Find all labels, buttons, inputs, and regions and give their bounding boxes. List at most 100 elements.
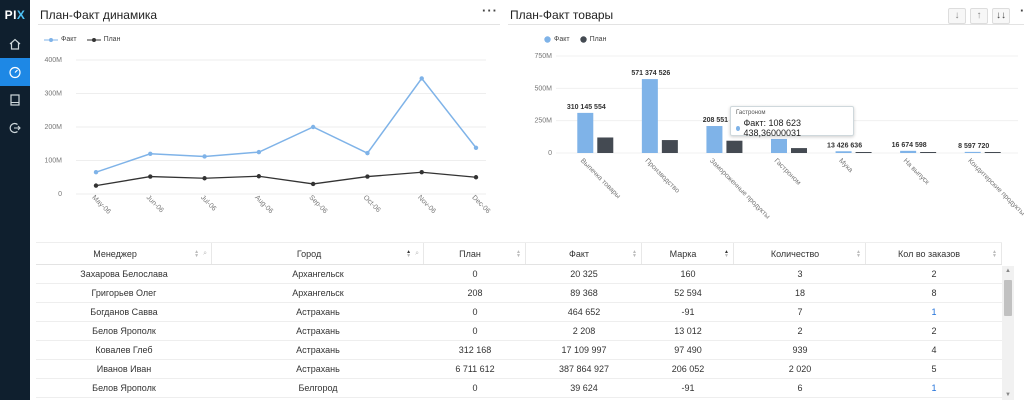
data-point-plan xyxy=(365,174,370,179)
table-cell: 2 xyxy=(866,264,1002,284)
data-point-fact xyxy=(310,124,316,130)
data-point-fact xyxy=(419,76,424,81)
bar-fact xyxy=(706,126,723,153)
nav-dashboard[interactable] xyxy=(0,58,30,86)
y-tick-label: 0 xyxy=(58,191,62,198)
table-cell: Астрахань xyxy=(212,321,424,341)
search-icon[interactable]: ⌕ xyxy=(415,250,419,258)
table-cell: 0 xyxy=(424,264,526,284)
line-chart-panel: План-Факт динамика ··· Факт План 400M 300… xyxy=(38,4,500,236)
table-cell: 4 xyxy=(866,340,1002,360)
sort-icon[interactable]: ▲ ▼ xyxy=(724,249,729,258)
data-label: 13 426 636 xyxy=(827,142,862,149)
bar-fact xyxy=(964,151,981,153)
y-tick-label: 500M xyxy=(534,85,552,92)
table-row[interactable]: Григорьев Олег Архангельск 208 89 368 52 594… xyxy=(36,283,1002,303)
table-cell: 6 xyxy=(734,378,866,398)
table-row[interactable]: Белов Ярополк Астрахань 0 2 208 13 012 2 2 xyxy=(36,321,1002,341)
data-point-fact xyxy=(256,149,262,155)
data-label: 310 145 554 xyxy=(567,104,606,111)
data-point-plan xyxy=(93,183,99,188)
table-cell: Астрахань xyxy=(212,302,424,322)
table-cell: Архангельск xyxy=(212,283,424,303)
table-cell: 1 xyxy=(866,378,1002,398)
search-icon[interactable]: ⌕ xyxy=(203,250,207,258)
bar-fact xyxy=(900,150,917,153)
x-tick-label: Выпечка товары xyxy=(579,157,622,200)
column-header[interactable]: Факт ▲ ▼ xyxy=(526,242,642,265)
scroll-down-icon[interactable]: ▼ xyxy=(1002,390,1014,400)
table-cell: 939 xyxy=(734,340,866,360)
column-header[interactable]: Количество ▲ ▼ xyxy=(734,242,866,265)
dashboard-icon xyxy=(9,66,21,79)
table-cell: 5 xyxy=(866,359,1002,379)
table-cell: Захарова Белослава xyxy=(36,264,212,284)
nav-home[interactable] xyxy=(0,30,30,58)
bar-plan xyxy=(855,152,872,153)
table-cell: Богданов Савва xyxy=(36,302,212,322)
table-cell: 387 864 927 xyxy=(526,359,642,379)
table-row[interactable]: Ковалев Глеб Астрахань 312 168 17 109 997 97… xyxy=(36,340,1002,360)
table-cell: 89 368 xyxy=(526,283,642,303)
table-cell: Белов Ярополк xyxy=(36,378,212,398)
bar-plan xyxy=(726,140,743,153)
scroll-up-icon[interactable]: ▲ xyxy=(1002,266,1014,276)
table-row[interactable]: Белов Ярополк Белгород 0 39 624 -91 6 1 xyxy=(36,378,1002,398)
nav-logout[interactable] xyxy=(0,114,30,142)
x-tick-label: May-06 xyxy=(90,194,112,216)
x-tick-label: Замороженные продукты xyxy=(708,157,771,220)
sort-icon[interactable]: ▲ ▼ xyxy=(194,249,199,258)
bar-plan xyxy=(661,140,678,153)
table-row[interactable]: Захарова Белослава Архангельск 0 20 325 160 3… xyxy=(36,264,1002,284)
data-point-fact xyxy=(93,170,99,175)
table-cell: 7 xyxy=(734,302,866,322)
table-cell: Иванов Иван xyxy=(36,359,212,379)
sort-icon[interactable]: ▲ ▼ xyxy=(856,249,861,258)
sort-icon[interactable]: ▲ ▼ xyxy=(516,249,521,258)
sort-icon[interactable]: ▲ ▼ xyxy=(406,249,411,258)
table-cell: Ковалев Глеб xyxy=(36,340,212,360)
y-tick-label: 200M xyxy=(44,124,62,131)
scrollbar-thumb[interactable] xyxy=(1004,280,1012,316)
table-cell: Архангельск xyxy=(212,264,424,284)
data-point-plan xyxy=(419,170,424,175)
column-header[interactable]: Город ▲ ▼ ⌕ xyxy=(212,242,424,265)
table-scrollbar[interactable]: ▲ ▼ xyxy=(1002,266,1014,400)
nav-book[interactable] xyxy=(0,86,30,114)
table-cell: 52 594 xyxy=(642,283,734,303)
table-cell: 0 xyxy=(424,321,526,341)
table-cell: 0 xyxy=(424,378,526,398)
y-tick-label: 0 xyxy=(548,150,552,157)
x-tick-label: Jun-06 xyxy=(145,194,165,214)
table-cell: 8 xyxy=(866,283,1002,303)
x-tick-label: Aug-06 xyxy=(253,194,274,215)
bar-fact xyxy=(771,138,787,153)
y-tick-label: 400M xyxy=(44,57,62,64)
column-header[interactable]: Марка ▲ ▼ xyxy=(642,242,734,265)
table-cell: 20 325 xyxy=(526,264,642,284)
logo[interactable]: PI X xyxy=(0,0,30,30)
table-cell: 206 052 xyxy=(642,359,734,379)
column-header[interactable]: План ▲ ▼ xyxy=(424,242,526,265)
table-row[interactable]: Иванов Иван Астрахань 6 711 612 387 864 927… xyxy=(36,359,1002,379)
table-cell: 2 208 xyxy=(526,321,642,341)
sort-icon[interactable]: ▲ ▼ xyxy=(632,249,637,258)
data-point-plan xyxy=(256,174,262,179)
data-table: Менеджер ▲ ▼ ⌕ Город ▲ ▼ ⌕ План ▲ ▼ Факт ▲ ▼ Марка ▲ ▼ Ко… xyxy=(36,242,1014,400)
sort-icon[interactable]: ▲ ▼ xyxy=(992,249,997,258)
x-tick-label: Производство xyxy=(643,157,680,194)
column-header[interactable]: Менеджер ▲ ▼ ⌕ xyxy=(36,242,212,265)
data-point-plan xyxy=(310,181,316,187)
table-cell: Григорьев Олег xyxy=(36,283,212,303)
column-header[interactable]: Кол во заказов ▲ ▼ xyxy=(866,242,1002,265)
data-point-plan xyxy=(473,175,479,180)
table-row[interactable]: Богданов Савва Астрахань 0 464 652 -91 7 1 xyxy=(36,302,1002,322)
y-tick-label: 750M xyxy=(534,53,552,60)
table-cell: Белов Ярополк xyxy=(36,321,212,341)
bar-plan xyxy=(920,152,937,153)
x-tick-label: Jul-06 xyxy=(199,194,218,213)
x-tick-label: Гастроном xyxy=(773,157,802,186)
table-cell: -91 xyxy=(642,378,734,398)
y-tick-label: 250M xyxy=(534,118,552,125)
table-cell: Астрахань xyxy=(212,340,424,360)
